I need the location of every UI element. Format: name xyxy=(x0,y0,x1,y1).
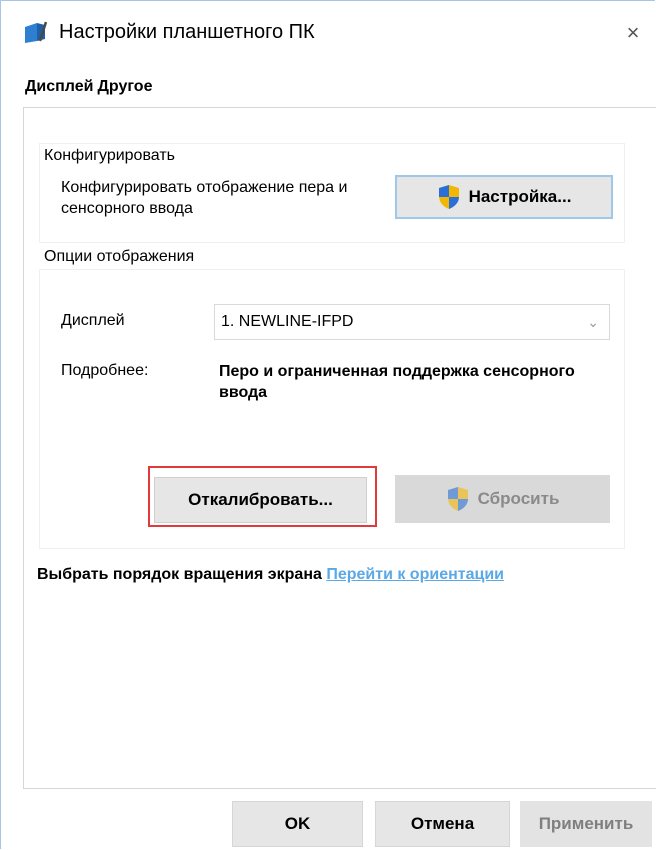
reset-button[interactable]: Сбросить xyxy=(395,475,610,523)
cancel-button[interactable]: Отмена xyxy=(375,801,510,847)
rotation-label: Выбрать порядок вращения экрана xyxy=(37,566,322,583)
uac-shield-icon xyxy=(447,487,468,511)
setup-button[interactable]: Настройка... xyxy=(395,175,613,219)
details-label: Подробнее: xyxy=(61,362,149,379)
title-bar: Настройки планшетного ПК × xyxy=(1,1,655,65)
calibrate-button-label: Откалибровать... xyxy=(188,490,333,509)
ok-button-label: OK xyxy=(284,814,311,833)
reset-button-label: Сбросить xyxy=(477,489,560,508)
tab-strip: Дисплей Другое xyxy=(25,78,152,102)
calibrate-button[interactable]: Откалибровать... xyxy=(154,477,367,523)
display-select-value: 1. NEWLINE-IFPD xyxy=(221,313,354,330)
window-title: Настройки планшетного ПК xyxy=(59,21,315,43)
close-icon[interactable]: × xyxy=(619,19,647,47)
display-options-group-label: Опции отображения xyxy=(44,248,195,265)
tab-other[interactable]: Другое xyxy=(97,78,152,102)
details-value: Перо и ограниченная поддержка сенсорного… xyxy=(219,363,575,401)
chevron-down-icon: ⌄ xyxy=(587,314,599,330)
cancel-button-label: Отмена xyxy=(410,814,475,833)
configure-description: Конфигурировать отображение пера и сенсо… xyxy=(61,179,348,217)
tablet-pen-icon xyxy=(25,21,47,43)
uac-shield-icon xyxy=(438,185,459,209)
display-select[interactable]: 1. NEWLINE-IFPD ⌄ xyxy=(214,304,610,340)
display-label: Дисплей xyxy=(61,312,125,329)
apply-button[interactable]: Применить xyxy=(520,801,652,847)
setup-button-label: Настройка... xyxy=(468,187,572,206)
orientation-link[interactable]: Перейти к ориентации xyxy=(326,566,504,583)
tablet-settings-window: Настройки планшетного ПК × Дисплей Друго… xyxy=(0,0,656,849)
rotation-text: Выбрать порядок вращения экрана Перейти … xyxy=(37,564,537,585)
tab-display[interactable]: Дисплей xyxy=(25,78,93,102)
ok-button[interactable]: OK xyxy=(232,801,363,847)
apply-button-label: Применить xyxy=(538,814,634,833)
